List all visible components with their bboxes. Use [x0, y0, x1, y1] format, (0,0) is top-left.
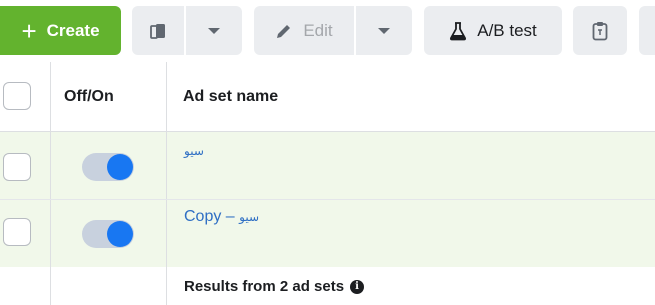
ad-sets-table: Off/On Ad set name سيو Copy – سيو Result…: [0, 62, 655, 305]
edit-button-label: Edit: [303, 20, 333, 40]
ad-set-name-prefix: Copy –: [184, 208, 240, 225]
column-divider: [166, 62, 167, 131]
header-ad-set-name[interactable]: Ad set name: [183, 62, 278, 131]
more-button[interactable]: [639, 6, 655, 55]
table-header-row: Off/On Ad set name: [0, 62, 655, 132]
duplicate-icon: [148, 21, 168, 41]
create-button-label: Create: [46, 20, 100, 40]
plus-icon: +: [21, 15, 37, 46]
caret-down-icon: [207, 26, 221, 36]
ad-set-toggle[interactable]: [82, 220, 134, 248]
edit-button[interactable]: Edit: [254, 6, 354, 55]
results-summary-text: Results from 2 ad sets: [184, 278, 345, 295]
column-divider: [166, 267, 167, 305]
ad-set-name-link[interactable]: Copy – سيو: [184, 208, 259, 226]
clipboard-icon: [592, 21, 608, 41]
ab-test-button-label: A/B test: [477, 20, 537, 40]
row-checkbox[interactable]: [3, 153, 31, 181]
edit-dropdown-button[interactable]: [356, 6, 412, 55]
ab-test-button[interactable]: A/B test: [424, 6, 562, 55]
toggle-knob: [107, 221, 133, 247]
ad-set-name-text: سيو: [184, 144, 204, 158]
toggle-knob: [107, 154, 133, 180]
flask-icon: [449, 21, 467, 41]
results-summary: Results from 2 ad sets i: [184, 278, 365, 295]
select-all-checkbox[interactable]: [3, 82, 31, 110]
info-icon[interactable]: i: [350, 279, 365, 294]
column-divider: [50, 62, 51, 131]
ad-set-name-link[interactable]: سيو: [184, 142, 204, 160]
pencil-icon: [275, 22, 293, 40]
duplicate-button[interactable]: [132, 6, 184, 55]
create-button[interactable]: + Create: [0, 6, 121, 55]
row-checkbox[interactable]: [3, 218, 31, 246]
clipboard-button[interactable]: [573, 6, 627, 55]
ad-set-name-text: سيو: [239, 210, 260, 224]
table-body: سيو Copy – سيو: [0, 132, 655, 268]
duplicate-dropdown-button[interactable]: [186, 6, 242, 55]
header-off-on[interactable]: Off/On: [64, 62, 114, 131]
column-divider: [50, 267, 51, 305]
ad-set-toggle[interactable]: [82, 153, 134, 181]
table-footer: Results from 2 ad sets i: [0, 267, 655, 305]
toolbar: + Create Edit A/B test: [0, 0, 655, 63]
row-divider: [0, 199, 655, 200]
caret-down-icon: [377, 26, 391, 36]
